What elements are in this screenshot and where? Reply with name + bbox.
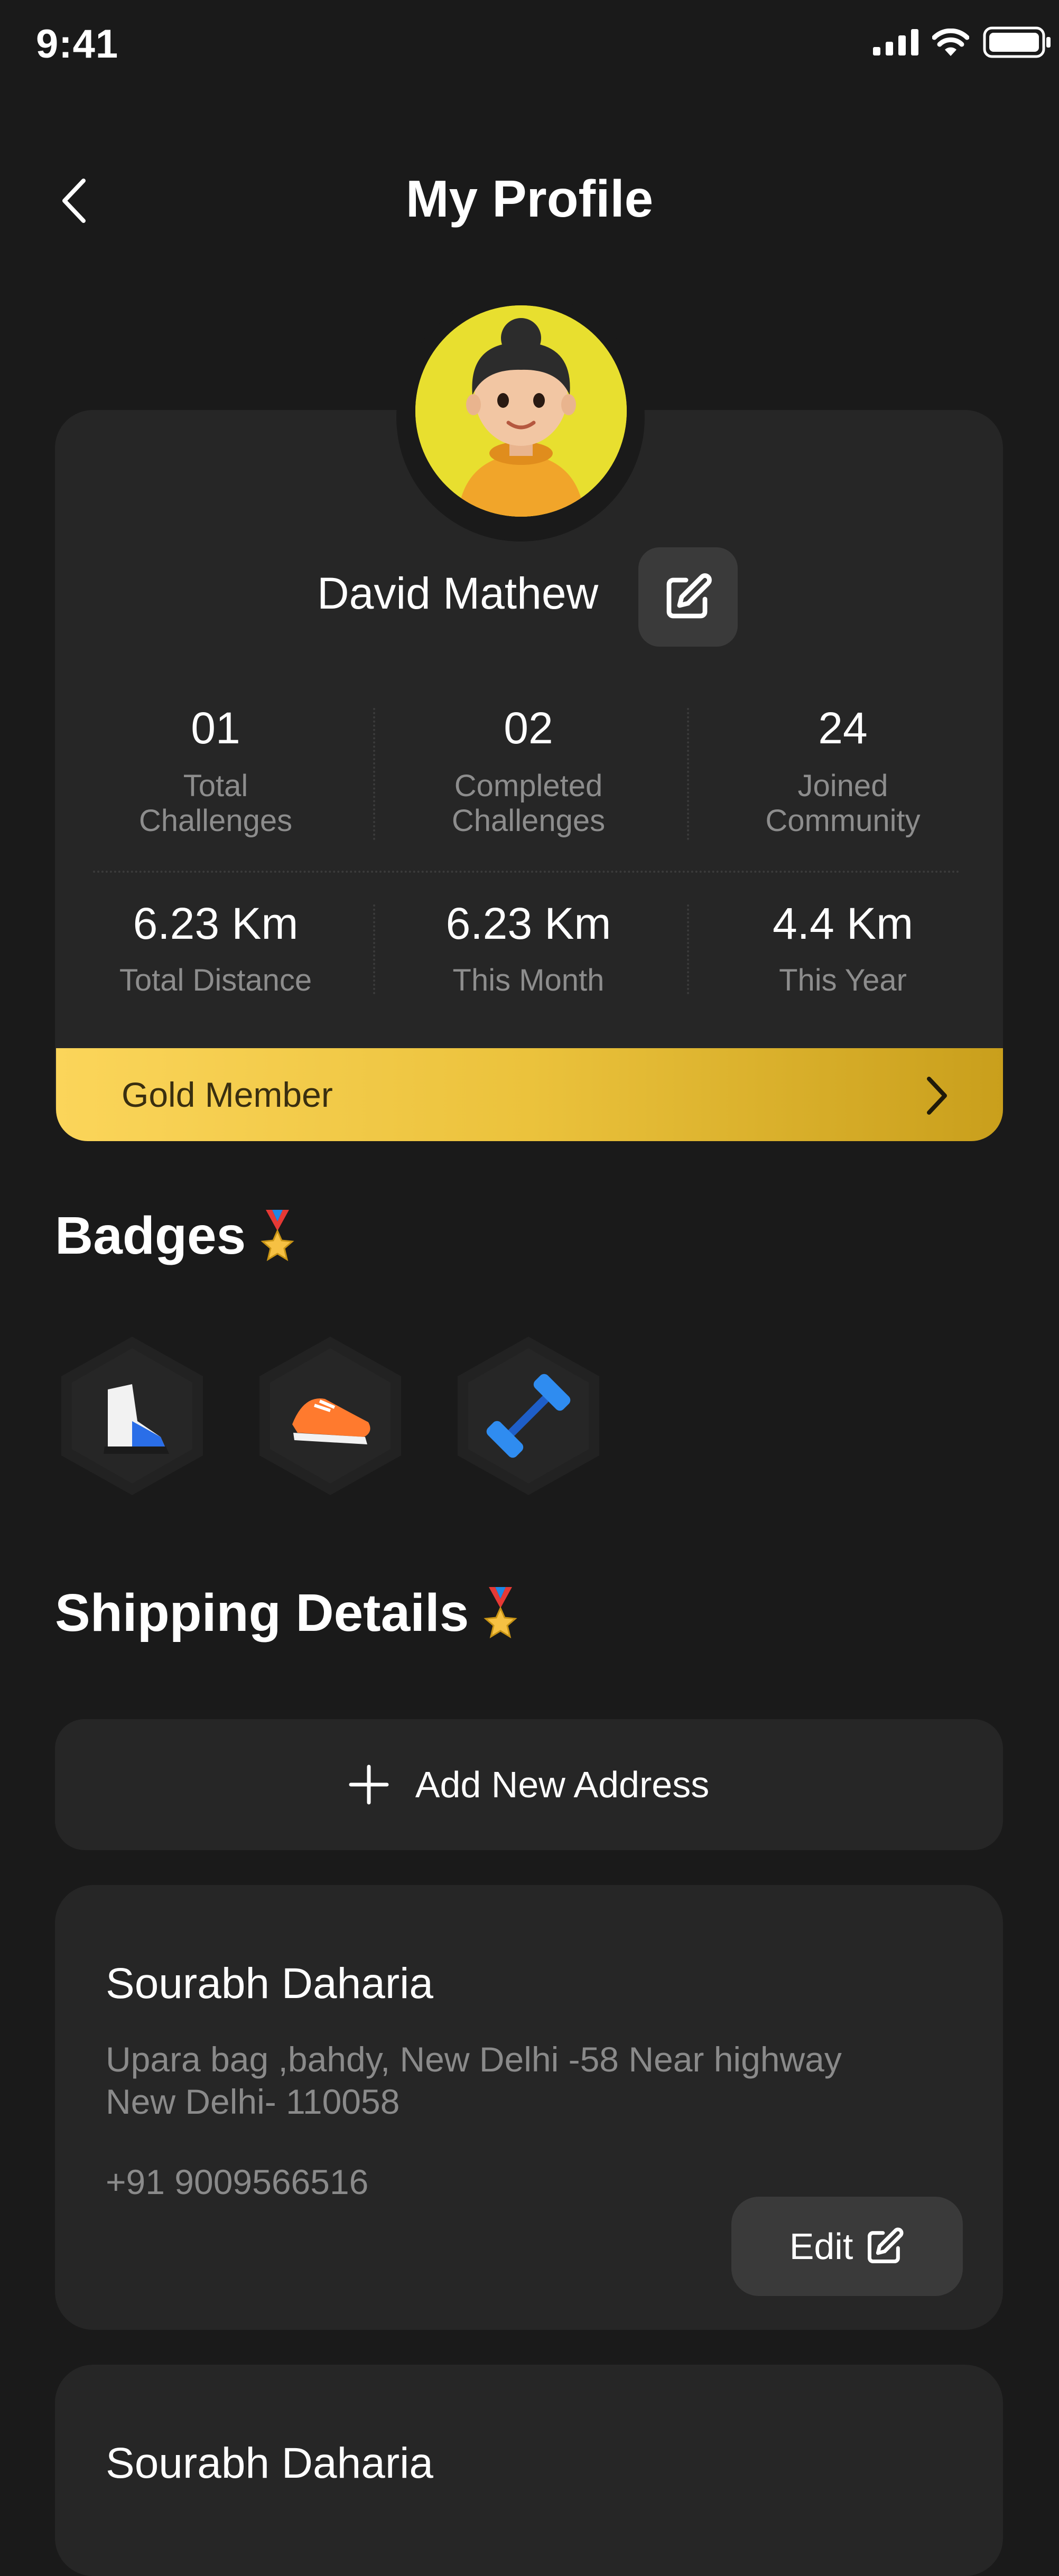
stat-value: 01 bbox=[191, 703, 240, 753]
stat-label-line1: Total bbox=[183, 769, 248, 803]
stat-label: This Year bbox=[779, 963, 907, 997]
running-shoe-orange-icon bbox=[259, 1337, 401, 1495]
shipping-title-text: Shipping Details bbox=[55, 1583, 469, 1642]
battery-icon bbox=[983, 26, 1051, 58]
address-card: Sourabh Daharia Upara bag ,bahdy, New De… bbox=[55, 1885, 1003, 2330]
sneaker-blue-icon bbox=[61, 1337, 203, 1495]
stat-completed-challenges: 02 Completed Challenges bbox=[380, 703, 676, 838]
badges-title-text: Badges bbox=[55, 1206, 246, 1265]
page-title: My Profile bbox=[405, 170, 654, 228]
stat-label-line1: Completed bbox=[454, 769, 603, 803]
status-time: 9:41 bbox=[36, 22, 119, 67]
signal-icon bbox=[873, 29, 918, 55]
stat-label-line2: Challenges bbox=[451, 804, 606, 838]
stat-divider bbox=[687, 904, 689, 994]
medal-icon bbox=[261, 1209, 294, 1261]
medal-icon bbox=[484, 1586, 518, 1638]
stat-label-line1: Joined bbox=[797, 769, 888, 803]
edit-profile-button[interactable] bbox=[638, 547, 738, 647]
stat-joined-community: 24 Joined Community bbox=[695, 703, 991, 838]
address-name: Sourabh Daharia bbox=[106, 2439, 433, 2487]
stat-value: 24 bbox=[818, 703, 868, 753]
badge-running-shoe[interactable] bbox=[251, 1331, 410, 1500]
stat-this-month: 6.23 Km This Month bbox=[380, 898, 676, 998]
stat-divider bbox=[373, 708, 375, 840]
avatar-illustration bbox=[415, 305, 627, 517]
edit-icon bbox=[666, 573, 712, 619]
add-address-button[interactable]: Add New Address bbox=[55, 1719, 1003, 1850]
badge-sneaker[interactable] bbox=[53, 1331, 211, 1500]
gold-member-bar[interactable]: Gold Member bbox=[56, 1048, 1003, 1141]
stat-divider bbox=[373, 904, 375, 994]
badge-dumbbell[interactable] bbox=[449, 1331, 608, 1500]
address-line2: New Delhi- 110058 bbox=[106, 2082, 400, 2121]
dumbbell-blue-icon bbox=[458, 1337, 599, 1495]
stat-value: 4.4 Km bbox=[772, 899, 914, 948]
stat-label: Total Distance bbox=[119, 963, 312, 997]
edit-icon bbox=[868, 2227, 904, 2263]
chevron-right-icon bbox=[927, 1077, 947, 1115]
stats-row-divider bbox=[93, 871, 960, 873]
badges-title: Badges bbox=[55, 1206, 296, 1266]
shipping-title: Shipping Details bbox=[55, 1583, 519, 1644]
plus-icon bbox=[349, 1765, 389, 1805]
wifi-icon bbox=[932, 29, 969, 56]
address-card: Sourabh Daharia bbox=[55, 2365, 1003, 2576]
stat-value: 6.23 Km bbox=[445, 899, 611, 948]
stat-total-distance: 6.23 Km Total Distance bbox=[68, 898, 364, 998]
address-name: Sourabh Daharia bbox=[106, 1959, 433, 2008]
stat-this-year: 4.4 Km This Year bbox=[695, 898, 991, 998]
stat-label-line2: Community bbox=[765, 804, 921, 838]
edit-address-button[interactable]: Edit bbox=[731, 2197, 963, 2296]
avatar[interactable] bbox=[415, 305, 627, 517]
add-address-label: Add New Address bbox=[415, 1764, 710, 1805]
address-line1: Upara bag ,bahdy, New Delhi -58 Near hig… bbox=[106, 2040, 842, 2079]
stat-divider bbox=[687, 708, 689, 840]
status-icons bbox=[873, 26, 1052, 58]
stat-label-line2: Challenges bbox=[138, 804, 293, 838]
stat-total-challenges: 01 Total Challenges bbox=[68, 703, 364, 838]
stat-label: This Month bbox=[452, 963, 605, 997]
edit-address-label: Edit bbox=[789, 2226, 853, 2267]
profile-name: David Mathew bbox=[317, 568, 599, 618]
stat-value: 02 bbox=[504, 703, 553, 753]
membership-label: Gold Member bbox=[122, 1075, 333, 1114]
stat-value: 6.23 Km bbox=[133, 899, 299, 948]
address-phone: +91 9009566516 bbox=[106, 2162, 369, 2201]
